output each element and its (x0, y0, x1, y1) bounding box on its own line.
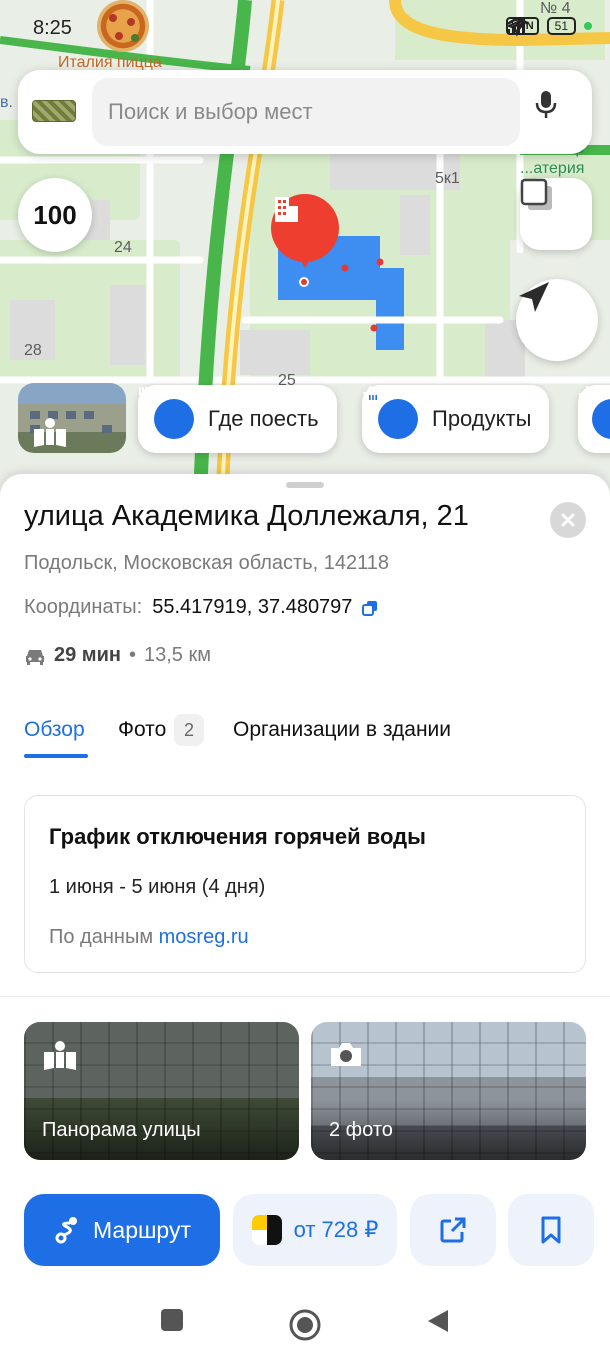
panorama-label: Панорама улицы (42, 1119, 201, 1141)
place-title: улица Академика Доллежаля, 21 (24, 500, 469, 532)
building-icon (275, 197, 298, 222)
taxi-price: от 728 ₽ (293, 1217, 379, 1242)
map-view[interactable]: Италия пицца 5к1 24 28 25 № 4 ...вар ...… (0, 0, 610, 500)
battery-icon: 51 (546, 17, 576, 35)
notice-source-prefix: По данным (49, 926, 154, 948)
hot-water-notice-card[interactable]: График отключения горячей воды 1 июня - … (24, 795, 586, 973)
user-avatar-icon[interactable] (32, 100, 76, 122)
sheet-drag-handle[interactable] (286, 482, 324, 488)
recents-icon[interactable] (160, 1308, 184, 1332)
status-bar: 8:25 VPN 51 (0, 0, 610, 56)
search-bar (18, 70, 592, 154)
taxi-logo-icon (251, 1215, 282, 1245)
category-chips: Где поесть Продукты (18, 383, 610, 453)
notice-source-link[interactable]: mosreg.ru (159, 926, 249, 948)
map-label-house-28: 28 (24, 342, 42, 359)
action-bar: Маршрут от 728 ₽ (0, 1194, 610, 1266)
divider (0, 996, 610, 997)
map-label-house-5k1: 5к1 (435, 170, 460, 187)
wifi-icon (507, 18, 529, 35)
home-icon[interactable] (288, 1308, 322, 1342)
route-label: Маршрут (92, 1216, 192, 1243)
place-card-sheet[interactable]: улица Академика Доллежаля, 21 Подольск, … (0, 474, 610, 1356)
close-icon (561, 513, 575, 527)
map-label-letter-b: в. (0, 94, 13, 111)
photos-label: 2 фото (329, 1119, 393, 1141)
share-icon (440, 1217, 466, 1243)
speed-limit-badge: 100 (18, 178, 92, 252)
privacy-dot-icon (584, 22, 592, 30)
tab-organizations[interactable]: Организации в здании (233, 718, 451, 742)
layers-button[interactable] (520, 178, 592, 250)
tab-overview[interactable]: Обзор (24, 718, 85, 742)
coordinates-label: Координаты: (24, 596, 143, 618)
search-input[interactable] (92, 78, 520, 146)
status-time: 8:25 (33, 17, 72, 39)
panorama-thumbnail[interactable] (18, 383, 126, 453)
plus-icon (579, 386, 610, 439)
taxi-button[interactable]: от 728 ₽ (233, 1194, 397, 1266)
panorama-person-icon (34, 418, 66, 447)
chip-label: Продукты (432, 406, 532, 431)
layers-icon (520, 178, 552, 210)
place-address: Подольск, Московская область, 142118 (24, 552, 389, 574)
notice-source: По данным mosreg.ru (49, 926, 249, 949)
place-tabs: Обзор Фото 2 Организации в здании (24, 714, 604, 760)
map-label-house-24: 24 (114, 239, 132, 256)
fork-knife-icon (139, 387, 194, 439)
car-icon (26, 649, 44, 665)
route-icon (55, 1217, 77, 1244)
panorama-person-icon (44, 1041, 76, 1070)
basket-icon (363, 385, 418, 439)
notice-dates: 1 июня - 5 июня (4 дня) (49, 876, 266, 898)
place-pin[interactable] (271, 194, 339, 268)
copy-icon[interactable] (362, 600, 378, 616)
route-button[interactable]: Маршрут (24, 1194, 220, 1266)
tab-active-indicator (24, 754, 88, 758)
bookmark-icon (541, 1216, 561, 1244)
navigation-arrow-icon (519, 282, 549, 312)
close-button[interactable] (550, 502, 586, 538)
microphone-icon (535, 91, 557, 118)
notice-title: График отключения горячей воды (49, 824, 426, 849)
share-button[interactable] (410, 1194, 496, 1266)
back-icon[interactable] (426, 1308, 450, 1334)
bookmark-button[interactable] (508, 1194, 594, 1266)
travel-distance: 13,5 км (144, 644, 211, 666)
status-icons: VPN 51 (506, 17, 592, 37)
travel-separator: • (128, 644, 136, 666)
chip-label: Где поесть (208, 406, 319, 431)
tab-photo[interactable]: Фото (118, 718, 166, 742)
chip-where-to-eat[interactable]: Где поесть (138, 385, 337, 453)
chip-more[interactable] (578, 385, 610, 453)
system-nav-bar (0, 1286, 610, 1356)
coordinates-value[interactable]: 55.417919, 37.480797 (152, 596, 352, 619)
coordinates-row: Координаты: 55.417919, 37.480797 (24, 596, 378, 619)
travel-time: 29 мин (54, 644, 121, 666)
camera-icon (331, 1043, 361, 1066)
photos-card[interactable]: 2 фото (311, 1022, 586, 1160)
photo-count-badge: 2 (174, 714, 204, 746)
chip-groceries[interactable]: Продукты (362, 385, 550, 453)
maps-screen: Италия пицца 5к1 24 28 25 № 4 ...вар ...… (0, 0, 610, 1356)
my-location-button[interactable] (516, 279, 598, 361)
travel-info: 29 мин • 13,5 км (24, 644, 211, 667)
pizza-icon (97, 0, 149, 52)
voice-search-button[interactable] (534, 90, 578, 134)
street-panorama-card[interactable]: Панорама улицы (24, 1022, 299, 1160)
